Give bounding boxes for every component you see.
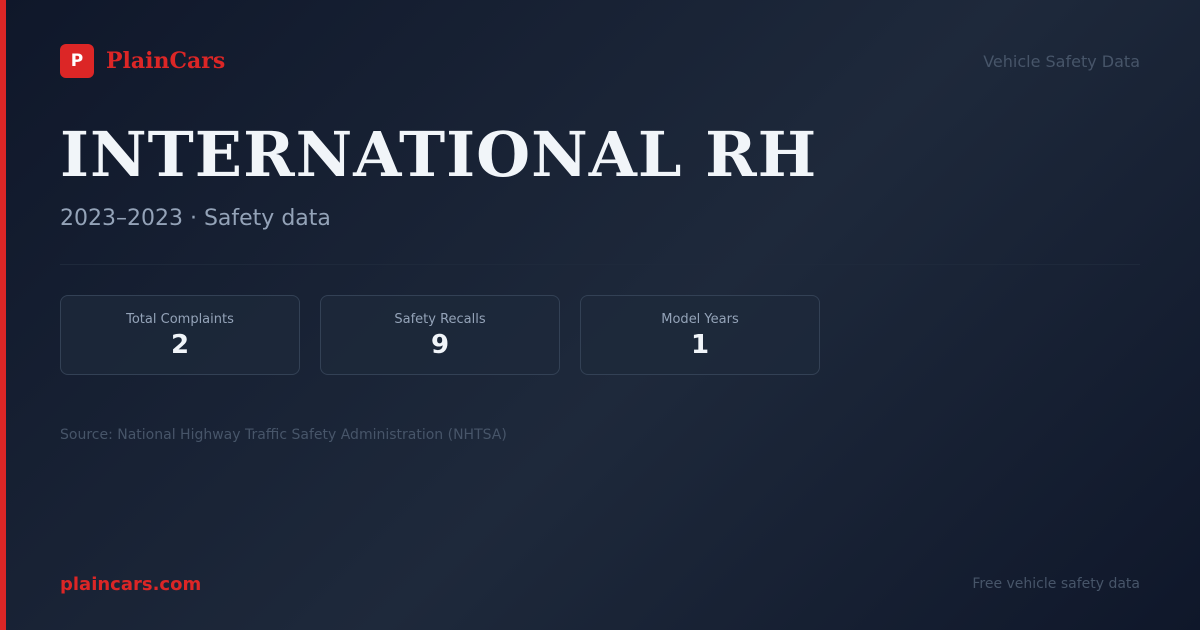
page-title: INTERNATIONAL RH [60,118,818,191]
stat-value: 9 [430,330,450,360]
stat-label: Model Years [661,312,739,327]
header: P PlainCars Vehicle Safety Data [60,44,1140,78]
page-subtitle: 2023–2023 · Safety data [60,206,331,231]
stat-value: 2 [170,330,190,360]
stat-card-recalls: Safety Recalls 9 [320,295,560,375]
divider [60,264,1140,265]
stats-row: Total Complaints 2 Safety Recalls 9 Mode… [60,295,820,375]
footer-tagline: Free vehicle safety data [972,576,1140,592]
source-note: Source: National Highway Traffic Safety … [60,427,507,443]
stat-label: Total Complaints [126,312,234,327]
brand-name: PlainCars [106,48,226,74]
logo-icon: P [60,44,94,78]
footer-link[interactable]: plaincars.com [60,574,201,595]
header-tagline: Vehicle Safety Data [983,51,1140,71]
stat-label: Safety Recalls [394,312,486,327]
stat-card-model-years: Model Years 1 [580,295,820,375]
footer: plaincars.com Free vehicle safety data [60,572,1140,596]
stat-card-complaints: Total Complaints 2 [60,295,300,375]
accent-bar [0,0,6,630]
stat-value: 1 [690,330,710,360]
brand[interactable]: P PlainCars [60,44,225,78]
